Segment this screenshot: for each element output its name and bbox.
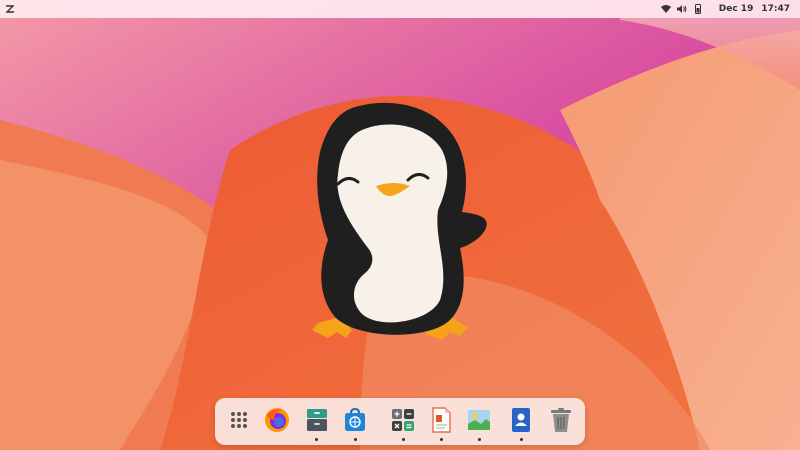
penguin-illustration [312,102,487,340]
dock-app-calculator[interactable] [389,406,417,434]
dock-app-software[interactable] [341,406,369,434]
dock [215,398,585,445]
running-indicator [440,438,443,441]
dock-app-image-viewer[interactable] [465,406,493,434]
document-icon [432,407,451,433]
top-bar: Dec 19 17:47 [0,0,800,18]
clock[interactable]: Dec 19 17:47 [719,4,790,14]
dock-app-files[interactable] [303,406,331,434]
running-indicator [478,438,481,441]
image-viewer-icon [468,410,490,430]
file-cabinet-icon [307,409,327,431]
dock-app-firefox[interactable] [263,406,291,434]
time-label: 17:47 [761,4,790,14]
running-indicator [354,438,357,441]
desktop: Dec 19 17:47 [0,0,800,450]
dock-app-contacts[interactable] [507,406,535,434]
system-menu-icon[interactable] [4,3,16,15]
system-tray[interactable]: Dec 19 17:47 [660,0,790,18]
firefox-icon [265,408,289,432]
dock-app-trash[interactable] [547,406,575,434]
calculator-icon [392,409,414,431]
running-indicator [315,438,318,441]
running-indicator [402,438,405,441]
contacts-icon [512,408,530,432]
dock-app-document[interactable] [427,406,455,434]
volume-icon[interactable] [676,4,687,14]
app-grid-icon [231,412,247,428]
trash-icon [551,408,571,432]
running-indicator [520,438,523,441]
date-label: Dec 19 [718,4,754,14]
battery-icon[interactable] [693,4,703,14]
app-grid-button[interactable] [225,406,253,434]
wifi-icon[interactable] [660,4,671,14]
software-store-icon [345,407,365,431]
